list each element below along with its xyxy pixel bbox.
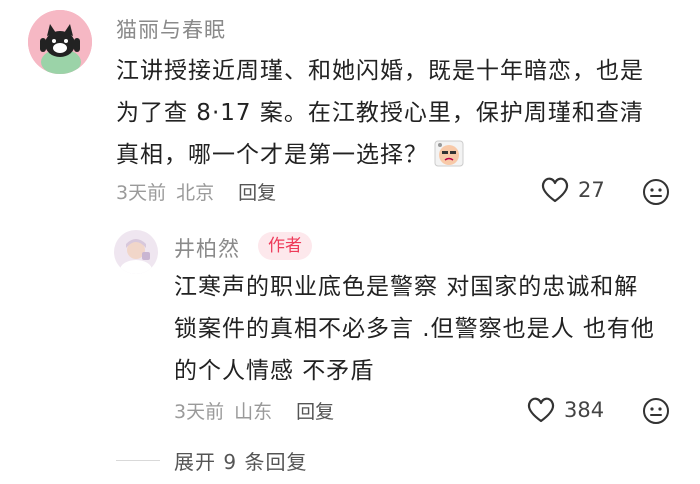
comment-body-line: 江讲授接近周瑾、和她闪婚，既是十年暗恋，也是 bbox=[116, 58, 644, 84]
comment-body-line-text: 真相，哪一个才是第一选择？ bbox=[116, 142, 428, 168]
comment-time: 3天前 bbox=[174, 401, 225, 423]
emoji-face-icon bbox=[643, 179, 669, 205]
author-badge: 作者 bbox=[258, 232, 312, 260]
reply-button[interactable]: 回复 bbox=[238, 178, 276, 205]
comment-body-line: 江寒声的职业底色是警察 对国家的忠诚和解 bbox=[174, 274, 639, 300]
comment-username[interactable]: 猫丽与春眠 bbox=[116, 14, 226, 44]
avatar[interactable] bbox=[28, 10, 92, 74]
reply-button[interactable]: 回复 bbox=[296, 397, 334, 424]
comment-time: 3天前 bbox=[116, 182, 167, 204]
comment-body-line: 为了查 8·17 案。在江教授心里，保护周瑾和查清 bbox=[116, 100, 644, 126]
thinking-sticker-icon bbox=[434, 138, 464, 168]
comment-body-line: 真相，哪一个才是第一选择？ bbox=[116, 134, 676, 176]
comment-body: 江讲授接近周瑾、和她闪婚，既是十年暗恋，也是 为了查 8·17 案。在江教授心里… bbox=[116, 50, 676, 176]
expand-replies-button[interactable]: 展开 9 条回复 bbox=[174, 446, 307, 475]
like-count: 384 bbox=[564, 398, 605, 422]
comment-meta: 3天前 北京 回复 bbox=[116, 178, 276, 205]
comment-username[interactable]: 井柏然 bbox=[174, 233, 240, 263]
cat-avatar-icon bbox=[28, 10, 92, 74]
like-count: 27 bbox=[578, 178, 605, 202]
comment-meta: 3天前 山东 回复 bbox=[174, 397, 334, 424]
person-avatar-icon bbox=[114, 230, 158, 274]
expand-replies-row: 展开 9 条回复 bbox=[116, 446, 307, 475]
emoji-face-icon bbox=[643, 398, 669, 424]
avatar[interactable] bbox=[114, 230, 158, 274]
comment-item: 猫丽与春眠 江讲授接近周瑾、和她闪婚，既是十年暗恋，也是 为了查 8·17 案。… bbox=[0, 0, 700, 220]
heart-icon bbox=[527, 397, 555, 423]
comment-body-line: 锁案件的真相不必多言 .但警察也是人 也有他 bbox=[174, 316, 655, 342]
comment-location: 北京 bbox=[176, 182, 215, 204]
comment-body: 江寒声的职业底色是警察 对国家的忠诚和解 锁案件的真相不必多言 .但警察也是人 … bbox=[174, 266, 674, 392]
comment-location: 山东 bbox=[234, 401, 273, 423]
emoji-reaction-button[interactable] bbox=[642, 178, 670, 206]
divider bbox=[116, 460, 160, 461]
like-button[interactable]: 384 bbox=[526, 396, 604, 424]
emoji-reaction-button[interactable] bbox=[642, 397, 670, 425]
like-button[interactable]: 27 bbox=[540, 176, 605, 204]
heart-icon bbox=[541, 177, 569, 203]
comment-body-line: 的个人情感 不矛盾 bbox=[174, 358, 375, 384]
